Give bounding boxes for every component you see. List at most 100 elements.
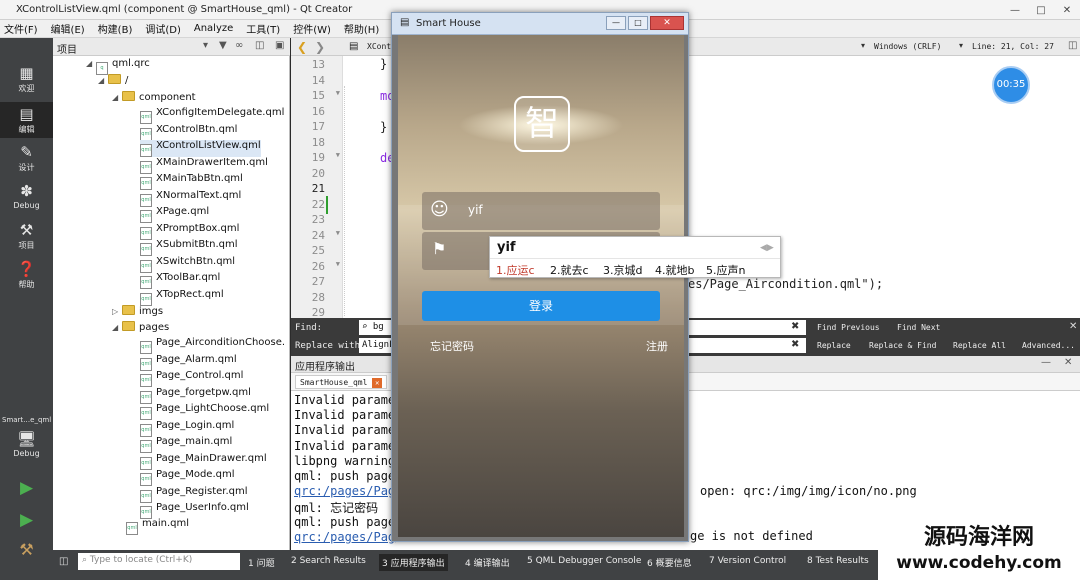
menu-analyze[interactable]: Analyze bbox=[194, 23, 233, 34]
clear-find-icon[interactable]: ✖ bbox=[791, 321, 799, 332]
locator-input[interactable]: ⌕ Type to locate (Ctrl+K) bbox=[78, 553, 240, 570]
dropdown-icon[interactable]: ▾ bbox=[959, 41, 963, 50]
menu-tools[interactable]: 工具(T) bbox=[246, 21, 280, 36]
status-tab-tests[interactable]: 8 Test Results bbox=[807, 556, 869, 566]
status-tab-qml-console[interactable]: 5 QML Debugger Console bbox=[527, 556, 641, 566]
tree-item-pages[interactable]: ◢ pages bbox=[112, 321, 169, 333]
split-icon[interactable]: ◫ bbox=[255, 40, 264, 51]
kit-name[interactable]: Smart…e_qml bbox=[0, 416, 53, 424]
output-line[interactable]: qrc:/pages/Pag bbox=[294, 484, 395, 498]
tree-item-root-folder[interactable]: ◢ / bbox=[98, 74, 128, 86]
menu-debug[interactable]: 调试(D) bbox=[145, 21, 181, 36]
menu-build[interactable]: 构建(B) bbox=[98, 21, 133, 36]
build-hammer-icon[interactable]: ⚒ bbox=[0, 540, 53, 559]
find-input-tail[interactable] bbox=[688, 320, 806, 335]
tree-item-main[interactable]: qml main.qml bbox=[126, 518, 189, 535]
status-tab-search[interactable]: 2 Search Results bbox=[291, 556, 366, 566]
maximize-icon[interactable]: □ bbox=[1028, 0, 1054, 20]
mode-debug[interactable]: ✽ Debug bbox=[0, 182, 53, 210]
ime-candidate[interactable]: 3.京城d bbox=[603, 262, 642, 278]
menu-help[interactable]: 帮助(H) bbox=[344, 21, 379, 36]
fold-arrow-icon[interactable]: ▼ bbox=[330, 89, 340, 97]
close-tab-icon[interactable]: ✕ bbox=[372, 378, 383, 388]
login-button[interactable]: 登录 bbox=[422, 291, 660, 321]
status-tab-app-output[interactable]: 3 应用程序输出 bbox=[379, 554, 448, 571]
tree-item-file[interactable]: qml XSubmitBtn.qml bbox=[140, 239, 238, 256]
ime-candidate[interactable]: 2.就去c bbox=[550, 262, 589, 278]
tree-item-page[interactable]: qml Page_forgetpw.qml bbox=[140, 387, 251, 404]
tree-item-file[interactable]: qml XToolBar.qml bbox=[140, 272, 220, 289]
split-editor-icon[interactable]: ◫ bbox=[1068, 40, 1077, 51]
minimize-icon[interactable]: — bbox=[1002, 0, 1028, 20]
tree-item-page[interactable]: qml Page_Control.qml bbox=[140, 370, 243, 387]
app-close-icon[interactable]: ✕ bbox=[650, 16, 684, 30]
tree-item-page[interactable]: qml Page_LightChoose.qml bbox=[140, 403, 269, 420]
menu-widgets[interactable]: 控件(W) bbox=[293, 21, 331, 36]
filter-icon[interactable]: ▼ bbox=[219, 40, 227, 51]
toggle-sidebar-icon[interactable]: ◫ bbox=[59, 556, 68, 567]
debug-run-icon[interactable]: ▶ bbox=[0, 510, 53, 530]
advanced-button[interactable]: Advanced... bbox=[1022, 341, 1075, 350]
forward-icon[interactable]: ❯ bbox=[315, 40, 325, 54]
replace-input[interactable]: AlignL bbox=[359, 338, 391, 353]
kit-selector[interactable]: 🖥 Debug bbox=[0, 430, 53, 458]
close-icon[interactable]: ✕ bbox=[1054, 0, 1080, 20]
minimize-pane-icon[interactable]: — bbox=[1041, 357, 1051, 368]
close-pane-icon[interactable]: ✕ bbox=[1064, 357, 1072, 368]
output-line[interactable]: qrc:/pages/Pag bbox=[294, 530, 395, 544]
run-icon[interactable]: ▶ bbox=[0, 478, 53, 498]
tree-item-page[interactable]: qml Page_MainDrawer.qml bbox=[140, 453, 267, 470]
clear-replace-icon[interactable]: ✖ bbox=[791, 339, 799, 350]
tree-item-file[interactable]: qml XTopRect.qml bbox=[140, 289, 224, 306]
output-tab[interactable]: SmartHouse_qml ✕ bbox=[295, 375, 388, 389]
find-input[interactable]: ⌕ bg bbox=[359, 320, 391, 335]
status-tab-compile[interactable]: 4 编译输出 bbox=[465, 556, 510, 569]
panel-dropdown-icon[interactable]: ▾ bbox=[203, 40, 208, 51]
username-field[interactable]: ☺ yif bbox=[422, 192, 660, 230]
username-input[interactable]: yif bbox=[468, 203, 483, 217]
tree-item-page[interactable]: qml Page_main.qml bbox=[140, 436, 232, 453]
dropdown-icon[interactable]: ▾ bbox=[861, 41, 865, 50]
replace-input-tail[interactable] bbox=[688, 338, 806, 353]
status-tab-vcs[interactable]: 7 Version Control bbox=[709, 556, 786, 566]
tree-item-component[interactable]: ◢ component bbox=[112, 91, 196, 103]
app-minimize-icon[interactable]: — bbox=[606, 16, 626, 30]
ime-candidate[interactable]: 1.应运c bbox=[496, 262, 535, 278]
find-next-button[interactable]: Find Next bbox=[897, 323, 940, 332]
mode-edit[interactable]: ▤ 编辑 bbox=[0, 102, 53, 138]
replace-find-button[interactable]: Replace & Find bbox=[869, 341, 936, 350]
fold-arrow-icon[interactable]: ▼ bbox=[330, 229, 340, 237]
close-panel-icon[interactable]: ▣ bbox=[275, 40, 284, 51]
status-tab-issues[interactable]: 1 问题 bbox=[248, 556, 275, 569]
mode-help[interactable]: ❓ 帮助 bbox=[0, 260, 53, 290]
tree-item-imgs[interactable]: ▷ imgs bbox=[112, 305, 163, 317]
tree-item-page[interactable]: qml Page_Mode.qml bbox=[140, 469, 235, 486]
ime-candidate[interactable]: 5.应声n bbox=[706, 262, 745, 278]
tree-item-page[interactable]: qml Page_Login.qml bbox=[140, 420, 234, 437]
replace-all-button[interactable]: Replace All bbox=[953, 341, 1006, 350]
mode-projects[interactable]: ⚒ 项目 bbox=[0, 221, 53, 251]
status-tab-summary[interactable]: 6 概要信息 bbox=[647, 556, 692, 569]
ime-candidate[interactable]: 4.就地b bbox=[655, 262, 694, 278]
fold-arrow-icon[interactable]: ▼ bbox=[330, 260, 340, 268]
editor-file-tab[interactable]: XCont bbox=[367, 42, 391, 51]
mode-welcome[interactable]: ▦ 欢迎 bbox=[0, 64, 53, 94]
forgot-password-link[interactable]: 忘记密码 bbox=[430, 338, 474, 354]
tree-item-file[interactable]: qml XMainTabBtn.qml bbox=[140, 173, 243, 190]
tree-item-page[interactable]: qml Page_Register.qml bbox=[140, 486, 248, 503]
tree-item-file[interactable]: qml XPage.qml bbox=[140, 206, 209, 223]
tree-item-file[interactable]: qml XControlBtn.qml bbox=[140, 124, 237, 141]
ime-page-arrows-icon[interactable]: ◀▶ bbox=[760, 243, 774, 253]
close-find-icon[interactable]: ✕ bbox=[1069, 321, 1077, 332]
tree-item-page[interactable]: qml Page_Alarm.qml bbox=[140, 354, 237, 371]
menu-file[interactable]: 文件(F) bbox=[4, 21, 38, 36]
tree-item-page[interactable]: qml Page_AirconditionChoose. bbox=[140, 337, 285, 354]
back-icon[interactable]: ❮ bbox=[297, 40, 307, 54]
tree-item-file[interactable]: qml XMainDrawerItem.qml bbox=[140, 157, 268, 174]
tree-item-file[interactable]: qml XNormalText.qml bbox=[140, 190, 241, 207]
app-maximize-icon[interactable]: □ bbox=[628, 16, 648, 30]
line-ending-selector[interactable]: Windows (CRLF) bbox=[874, 42, 941, 51]
tree-item-page[interactable]: qml Page_UserInfo.qml bbox=[140, 502, 249, 519]
tree-item-file[interactable]: qml XControlListView.qml bbox=[140, 140, 261, 157]
tree-item-file[interactable]: qml XConfigItemDelegate.qml bbox=[140, 107, 284, 124]
